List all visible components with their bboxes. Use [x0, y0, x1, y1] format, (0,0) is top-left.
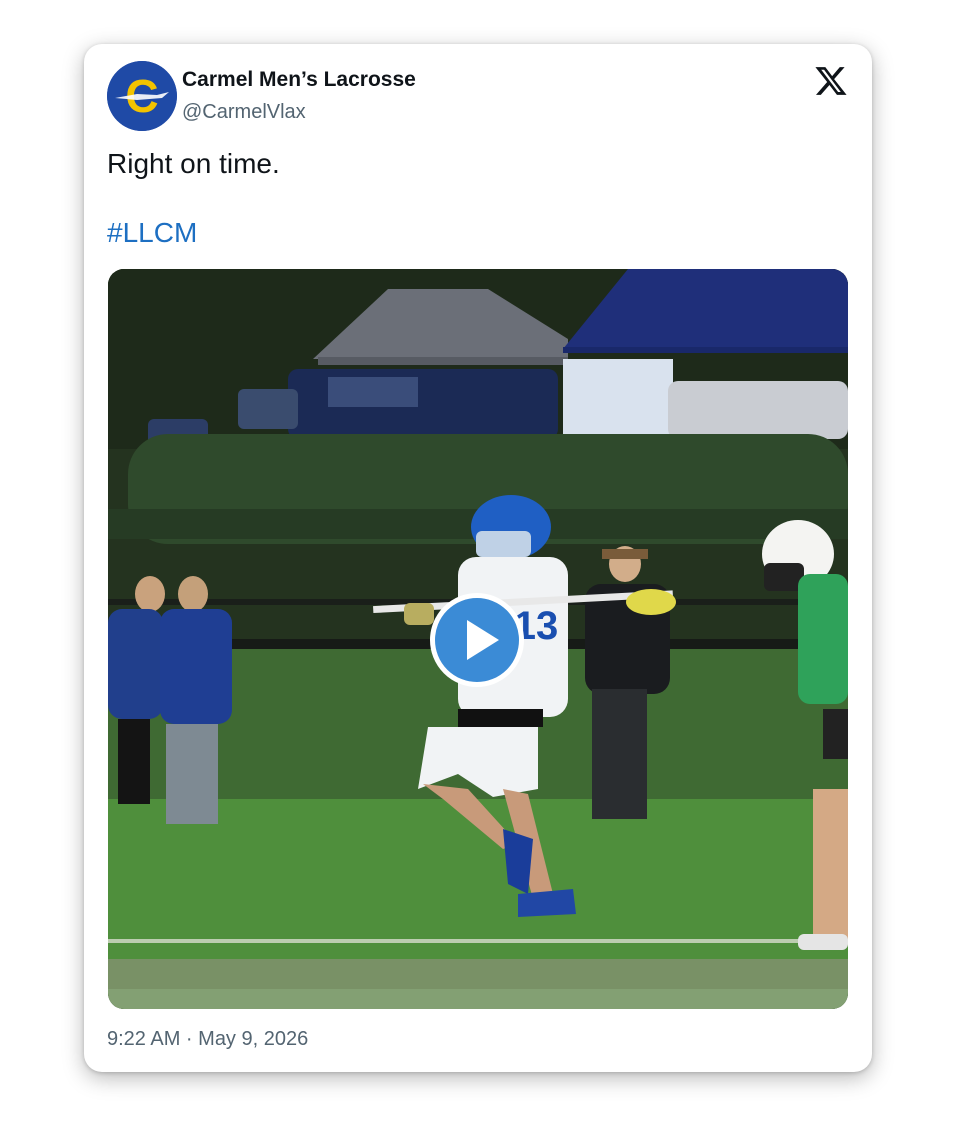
avatar[interactable]: C: [107, 61, 177, 131]
author-handle[interactable]: @CarmelVlax: [182, 101, 306, 124]
video-player[interactable]: 13: [108, 269, 848, 1009]
play-icon: [467, 620, 499, 660]
x-logo-icon[interactable]: [814, 64, 848, 98]
tweet-timestamp[interactable]: 9:22 AM · May 9, 2026: [107, 1028, 308, 1051]
hashtag-link[interactable]: #LLCM: [107, 217, 197, 249]
avatar-logo-icon: C: [107, 61, 177, 131]
author-display-name[interactable]: Carmel Men’s Lacrosse: [182, 68, 416, 92]
tweet-card: C Carmel Men’s Lacrosse @CarmelVlax Righ…: [84, 44, 872, 1072]
play-button[interactable]: [430, 593, 524, 687]
tweet-text: Right on time.: [107, 148, 280, 179]
